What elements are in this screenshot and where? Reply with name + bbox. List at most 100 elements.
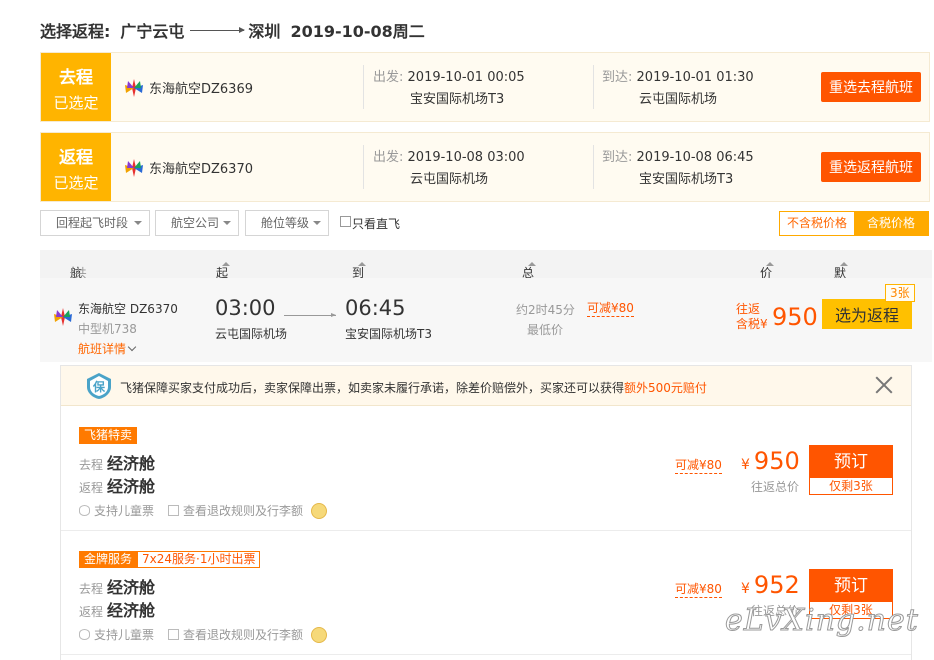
cabin-leg-label: 返程 [79, 605, 104, 619]
dep-airport: 宝安国际机场T3 [410, 92, 505, 107]
divider [593, 65, 594, 109]
offer-services: 支持儿童票 查看退改规则及行李额 [79, 626, 328, 643]
arrow-right-icon [284, 313, 336, 317]
discount-label: 可减¥80 [587, 301, 634, 317]
sort-duration[interactable]: 总耗时 [522, 257, 536, 314]
refund-rules-link[interactable]: 查看退改规则及行李额 [183, 502, 303, 519]
filter-label: 回程起飞时段 [56, 216, 129, 230]
return-cabin: 返程 经济舱 [79, 473, 155, 497]
offer-price-value: 952 [753, 571, 800, 599]
direct-only-checkbox[interactable] [340, 216, 351, 227]
leg-tag: 返程 已选定 [41, 133, 111, 201]
divider [363, 65, 364, 109]
filter-label: 舱位等级 [261, 216, 310, 230]
divider [593, 145, 594, 189]
currency-symbol: ¥ [741, 457, 750, 473]
airline-logo-icon [125, 159, 143, 177]
child-ticket-label: 支持儿童票 [94, 628, 155, 642]
leg-airline: 东海航空DZ6370 [149, 162, 254, 177]
title-label: 选择返程: [40, 22, 111, 41]
leg-arrival: 到达: 2019-10-01 01:30 云屯国际机场 [602, 67, 754, 111]
offer-price: ¥950 [741, 447, 800, 475]
leg-tag-title: 去程 [59, 68, 93, 88]
notice-highlight: 额外500元赔付 [624, 381, 707, 395]
flight-number: DZ6370 [129, 302, 178, 316]
sort-default[interactable]: 默认排序 [834, 257, 848, 331]
notice-text: 飞猪保障买家支付成功后，卖家保障出票，如卖家未履行承诺，除差价赔偿外，买家还可以… [120, 379, 707, 396]
airline-logo-icon [54, 308, 72, 326]
reselect-outbound-button[interactable]: 重选去程航班 [821, 72, 921, 102]
leg-airline: 东海航空DZ6369 [149, 82, 254, 97]
flight-price: 950 [772, 303, 818, 331]
filter-label: 航空公司 [171, 216, 220, 230]
offer-price: ¥952 [741, 571, 800, 599]
dep-time: 2019-10-01 00:05 [407, 70, 525, 85]
price-incl-tax-option[interactable]: 含税价格 [854, 212, 928, 235]
child-ticket-label: 支持儿童票 [94, 504, 155, 518]
select-return-button[interactable]: 选为返程 [822, 299, 912, 329]
sort-arrival[interactable]: 到达时间 [352, 257, 366, 331]
book-button-label: 预订 [810, 570, 892, 602]
guarantee-notice: 保 飞猪保障买家支付成功后，卖家保障出票，如卖家未履行承诺，除差价赔偿外，买家还… [61, 366, 911, 406]
eye-icon [79, 505, 90, 516]
gold-medal-icon [311, 502, 328, 519]
price-excl-tax-option[interactable]: 不含税价格 [780, 212, 854, 235]
filter-bar: 回程起飞时段 航空公司 舱位等级 只看直飞 不含税价格 含税价格 [40, 210, 932, 238]
title-from: 广宁云屯 [120, 22, 185, 41]
sort-price[interactable]: 价格 [760, 257, 774, 297]
leg-tag-status: 已选定 [53, 94, 99, 112]
rt-label-1: 往返 [736, 302, 761, 316]
airline-filter[interactable]: 航空公司 [155, 210, 239, 236]
cabin-filter[interactable]: 舱位等级 [245, 210, 329, 236]
cabin-leg-label: 去程 [79, 582, 104, 596]
lowest-price-label: 最低价 [527, 323, 564, 337]
airline-logo-icon [125, 79, 143, 97]
offer-price-note: 往返总价 [751, 480, 800, 494]
page-title: 选择返程: 广宁云屯 深圳 2019-10-08周二 [40, 18, 425, 42]
close-icon[interactable] [875, 376, 893, 394]
return-cabin: 返程 经济舱 [79, 597, 155, 621]
leg-tag-title: 返程 [59, 148, 93, 168]
refund-rules-link[interactable]: 查看退改规则及行李额 [183, 626, 303, 643]
rt-label-2: 含税¥ [736, 317, 768, 331]
selected-outbound-leg: 去程 已选定 东海航空DZ6369 出发: 2019-10-01 00:05 宝… [40, 52, 930, 122]
chevron-down-icon [313, 221, 321, 225]
cabin-class: 经济舱 [107, 601, 156, 620]
chevron-down-icon [134, 221, 142, 225]
watermark: eLvXing.net [725, 603, 919, 639]
dep-label: 出发: [373, 70, 404, 85]
flight-row: 东海航空 DZ6370 中型机738 航班详情 03:00 云屯国际机场 06:… [40, 278, 932, 362]
outbound-cabin: 去程 经济舱 [79, 450, 155, 474]
offer-price-value: 950 [753, 447, 800, 475]
offer-badge: 飞猪特卖 [79, 427, 138, 444]
leg-arrival: 到达: 2019-10-08 06:45 宝安国际机场T3 [602, 147, 754, 191]
sort-departure[interactable]: 起飞时间 [216, 257, 230, 331]
gold-medal-icon [311, 626, 328, 643]
currency-symbol: ¥ [741, 581, 750, 597]
chevron-down-icon [127, 342, 137, 352]
arr-airport: 宝安国际机场T3 [639, 172, 734, 187]
shield-icon: 保 [87, 373, 111, 399]
departure-time-filter[interactable]: 回程起飞时段 [40, 210, 150, 236]
divider [363, 145, 364, 189]
direct-only-label[interactable]: 只看直飞 [352, 215, 400, 232]
offer-row: 飞猪特卖 去程 经济舱 返程 经济舱 支持儿童票 查看退改规则及行李额 可减¥80 … [61, 407, 911, 531]
leg-departure: 出发: 2019-10-08 03:00 云屯国际机场 [373, 147, 525, 191]
departure-time: 03:00 [215, 296, 276, 320]
offer-discount: 可减¥80 [675, 582, 722, 598]
airline-name: 东海航空 [78, 302, 127, 316]
reselect-return-button[interactable]: 重选返程航班 [821, 152, 921, 182]
svg-text:保: 保 [92, 379, 106, 394]
arrow-right-icon [190, 26, 246, 33]
dep-airport: 云屯国际机场 [410, 172, 489, 187]
arr-label: 到达: [602, 70, 633, 85]
duration: 约2时45分 [516, 303, 575, 317]
flight-detail-link[interactable]: 航班详情 [78, 340, 137, 357]
flight-airline: 东海航空 DZ6370 [78, 300, 178, 317]
dep-time: 2019-10-08 03:00 [407, 150, 525, 165]
leg-tag-status: 已选定 [53, 174, 99, 192]
remaining-tickets: 仅剩3张 [829, 479, 873, 493]
book-button[interactable]: 预订 仅剩3张 [809, 445, 893, 495]
cabin-class: 经济舱 [107, 578, 156, 597]
title-date: 2019-10-08周二 [290, 22, 425, 41]
